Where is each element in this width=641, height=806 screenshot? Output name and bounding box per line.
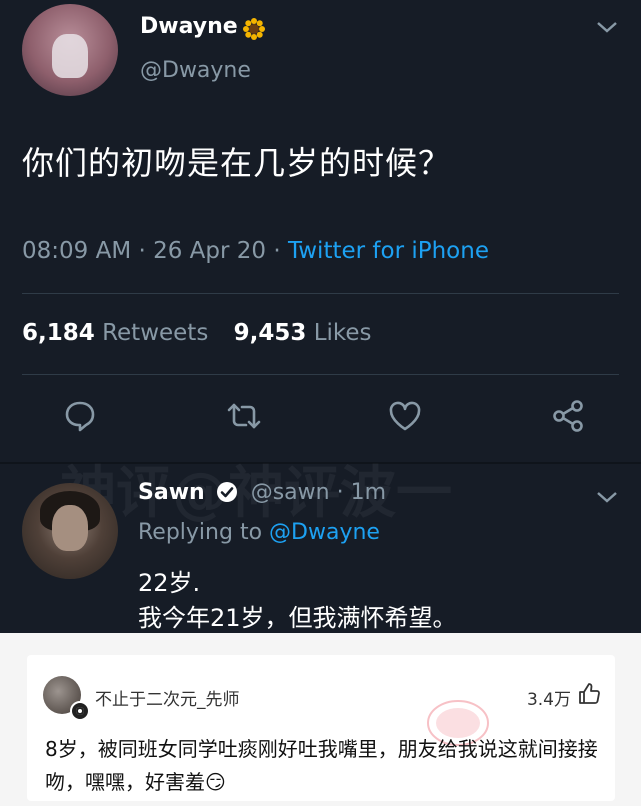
tweet-source[interactable]: Twitter for iPhone — [288, 238, 489, 264]
replying-prefix: Replying to — [138, 520, 263, 545]
meta-separator: · — [336, 480, 351, 505]
badge-icon — [70, 701, 90, 721]
retweets-count[interactable]: 6,184 — [22, 320, 95, 346]
meta-separator: · — [273, 238, 288, 264]
verified-icon — [216, 482, 237, 502]
author-name[interactable]: Dwayne — [140, 14, 238, 39]
reply-text-line: 22岁. — [138, 569, 201, 597]
reply-icon[interactable] — [62, 398, 98, 434]
like-icon[interactable] — [387, 398, 423, 434]
comment-card: 不止于二次元_先师 3.4万 8岁，被同班女同学吐痰刚好吐我嘴里，朋友给我说这就… — [27, 655, 615, 801]
author-avatar[interactable] — [22, 4, 118, 96]
tweet-meta: 08:09 AM · 26 Apr 20 · Twitter for iPhon… — [22, 238, 489, 264]
thumbs-up-icon[interactable] — [577, 682, 601, 706]
tweet-screenshot: Dwayne @Dwayne 你们的初吻是在几岁的时候？ 08:09 AM · … — [0, 0, 641, 633]
chevron-down-icon[interactable] — [595, 20, 619, 34]
reply-handle[interactable]: @sawn — [251, 480, 330, 505]
retweets-label[interactable]: Retweets — [102, 320, 208, 346]
commenter-username[interactable]: 不止于二次元_先师 — [95, 685, 240, 710]
sunflower-icon — [243, 18, 265, 40]
comment-text: 8岁，被同班女同学吐痰刚好吐我嘴里，朋友给我说这就间接接吻，嘿嘿，好害羞😏 — [45, 737, 598, 794]
likes-count[interactable]: 9,453 — [234, 320, 307, 346]
avatar-figure — [52, 34, 88, 78]
reply-author-name[interactable]: Sawn — [138, 480, 205, 505]
replying-mention[interactable]: @Dwayne — [269, 520, 380, 545]
comment-like-count: 3.4万 — [526, 690, 571, 710]
retweet-icon[interactable] — [226, 398, 262, 434]
tweet-time: 08:09 AM — [22, 238, 132, 264]
chevron-down-icon[interactable] — [595, 490, 619, 504]
meta-separator: · — [138, 238, 154, 264]
replying-to: Replying to @Dwayne — [138, 520, 380, 545]
reply-avatar[interactable] — [22, 483, 118, 579]
tweet-stats: 6,184 Retweets 9,453 Likes — [22, 320, 390, 346]
likes-label[interactable]: Likes — [314, 320, 372, 346]
tweet-text: 你们的初吻是在几岁的时候？ — [22, 144, 452, 182]
divider — [22, 374, 619, 375]
reply-age: 1m — [350, 480, 387, 505]
divider — [22, 293, 619, 294]
reply-text-line: 我今年21岁，但我满怀希望。 — [138, 604, 457, 632]
share-icon[interactable] — [550, 398, 586, 434]
avatar-face — [52, 505, 88, 551]
author-handle[interactable]: @Dwayne — [140, 58, 251, 83]
reply-header: Sawn @sawn · 1m — [138, 480, 386, 505]
tweet-date: 26 Apr 20 — [153, 238, 267, 264]
